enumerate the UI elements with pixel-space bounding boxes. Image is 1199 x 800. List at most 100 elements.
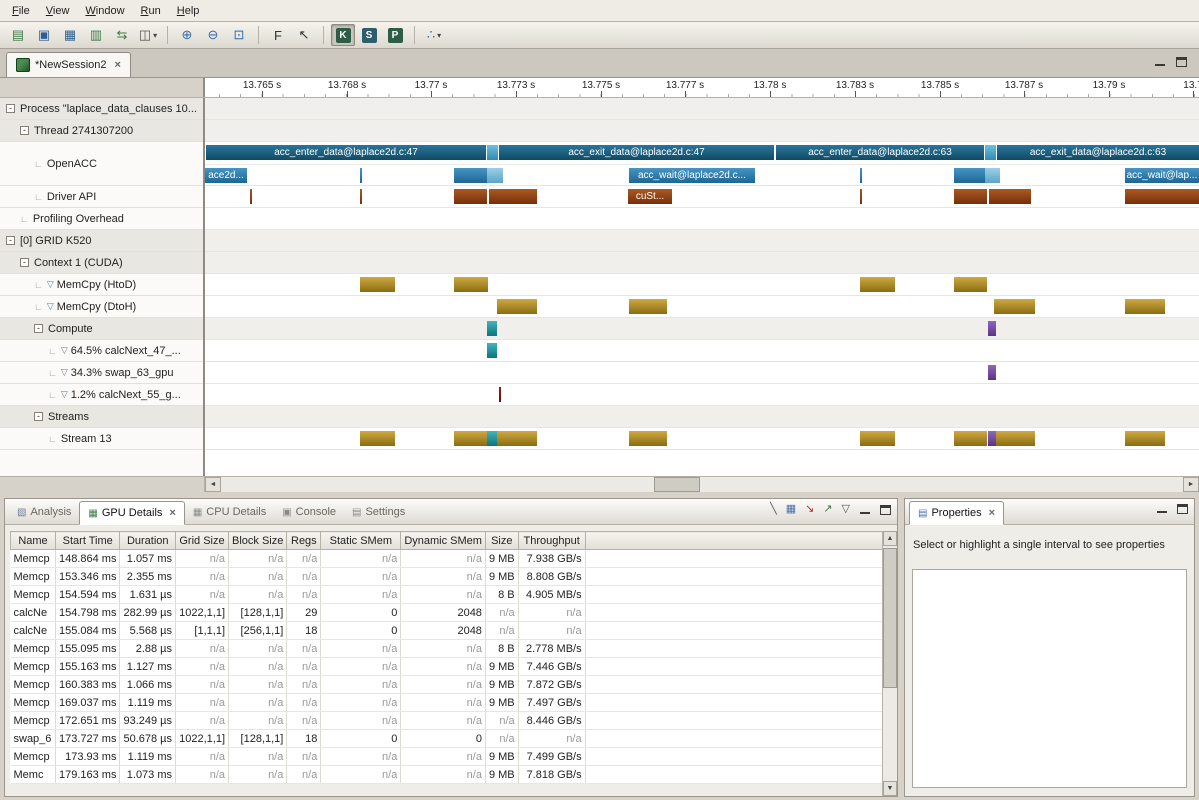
timeline-interval-acc-exit-data-laplace2d-c-47[interactable]: acc_exit_data@laplace2d.c:47 [499,145,774,160]
timeline-interval-acc-wait-laplace2d-c[interactable]: acc_wait@laplace2d.c... [629,168,755,183]
close-properties-icon[interactable]: × [989,507,995,519]
columns-icon[interactable]: ▦ [786,504,796,515]
close-tab-icon[interactable]: × [169,507,175,519]
timeline-interval[interactable] [954,431,987,446]
timeline-interval[interactable] [1125,189,1199,204]
expander-icon[interactable]: - [34,412,43,421]
minimize-properties-icon[interactable] [1156,504,1168,514]
tree-row-memcpy-dtoh[interactable]: ∟▽MemCpy (DtoH) [0,296,203,318]
timeline-lane-34-3-swap-63-gpu[interactable] [205,362,1199,384]
menu-window[interactable]: Window [77,2,132,20]
scroll-left-button[interactable]: ◄ [205,477,221,492]
timeline-lane-compute[interactable] [205,318,1199,340]
timeline-interval[interactable] [988,431,996,446]
tree-row-stream-13[interactable]: ∟Stream 13 [0,428,203,450]
tree-row-driver-api[interactable]: ∟Driver API [0,186,203,208]
menu-view[interactable]: View [38,2,78,20]
properties-tab[interactable]: ▤ Properties × [909,501,1004,525]
focus-timeline-icon[interactable]: ↘ [805,504,814,515]
timeline-interval[interactable] [487,343,497,358]
table-row[interactable]: Memcp148.864 ms1.057 msn/an/an/an/an/a9 … [11,550,897,568]
scroll-up-button[interactable]: ▲ [883,531,897,546]
table-row[interactable]: calcNe155.084 ms5.568 µs[1,1,1][256,1,1]… [11,622,897,640]
expander-icon[interactable]: - [6,104,15,113]
tree-row-thread-2741307200[interactable]: -Thread 2741307200 [0,120,203,142]
timeline-lane-memcpy-dtoh[interactable] [205,296,1199,318]
expander-icon[interactable]: - [34,324,43,333]
save-session-icon[interactable]: ▦ [58,24,82,46]
maximize-properties-icon[interactable] [1177,504,1188,514]
timeline-interval[interactable] [497,431,537,446]
menu-file[interactable]: File [4,2,38,20]
profile-application-icon[interactable]: ▥ [84,24,108,46]
tree-row-process-laplace-data-clauses-10[interactable]: -Process "laplace_data_clauses 10... [0,98,203,120]
table-row[interactable]: Memcp154.594 ms1.631 µsn/an/an/an/an/a8 … [11,586,897,604]
zoom-fit-icon[interactable]: ⊡ [227,24,251,46]
timeline-interval[interactable] [860,277,895,292]
timeline-interval-acc-enter-data-laplace2d-c-47[interactable]: acc_enter_data@laplace2d.c:47 [206,145,486,160]
expander-icon[interactable]: - [20,126,29,135]
select-interval-icon[interactable]: ↖ [292,24,316,46]
tree-row-0-grid-k520[interactable]: -[0] GRID K520 [0,230,203,252]
screenshot-icon[interactable]: ◫▾ [136,24,160,46]
close-tab-icon[interactable]: × [115,59,121,71]
timeline-interval[interactable] [499,387,501,402]
timeline-interval[interactable] [629,299,667,314]
timeline-interval[interactable] [988,365,996,380]
timeline-interval[interactable] [454,431,487,446]
vscroll-track[interactable] [883,546,897,781]
zoom-in-icon[interactable]: ⊕ [175,24,199,46]
timeline-lane-64-5-calcnext-47[interactable] [205,340,1199,362]
tab-settings[interactable]: ▤Settings [344,500,413,524]
hscroll-thumb[interactable] [654,477,700,492]
zoom-out-icon[interactable]: ⊖ [201,24,225,46]
scroll-down-button[interactable]: ▼ [883,781,897,796]
table-row[interactable]: Memcp169.037 ms1.119 msn/an/an/an/an/a9 … [11,694,897,712]
timeline-interval[interactable] [954,168,985,183]
timeline-interval-cust[interactable]: cuSt... [628,189,672,204]
timeline-interval[interactable] [860,168,862,183]
stream-timeline-toggle-icon[interactable]: S [357,24,381,46]
timeline-interval[interactable] [360,189,362,204]
timeline-interval-acc-exit-data-laplace2d-c-63[interactable]: acc_exit_data@laplace2d.c:63 [997,145,1199,160]
table-row[interactable]: swap_6173.727 ms50.678 µs1022,1,1][128,1… [11,730,897,748]
timeline-lane-1-2-calcnext-55-g[interactable] [205,384,1199,406]
timeline-interval[interactable] [360,431,395,446]
timeline-interval-ace2d[interactable]: ace2d... [205,168,247,183]
table-row[interactable]: Memcp155.095 ms2.88 µsn/an/an/an/an/a8 B… [11,640,897,658]
timeline-interval[interactable] [1125,431,1165,446]
timeline-interval-acc-enter-data-laplace2d-c-63[interactable]: acc_enter_data@laplace2d.c:63 [776,145,984,160]
timeline-interval[interactable] [989,189,1031,204]
timeline-lane-context-1-cuda[interactable] [205,252,1199,274]
maximize-details-icon[interactable] [880,505,891,515]
timeline-interval[interactable] [487,168,503,183]
tree-row-memcpy-htod[interactable]: ∟▽MemCpy (HtoD) [0,274,203,296]
menu-run[interactable]: Run [133,2,169,20]
maximize-editor-icon[interactable] [1176,57,1187,67]
analysis-menu-icon[interactable]: ∴▾ [422,24,446,46]
menu-help[interactable]: Help [169,2,208,20]
timeline-interval[interactable] [487,145,498,160]
timeline-interval[interactable] [487,321,497,336]
table-row[interactable]: Memcp160.383 ms1.066 msn/an/an/an/an/a9 … [11,676,897,694]
timeline-interval[interactable] [954,277,987,292]
timeline-interval[interactable] [360,277,395,292]
timeline-lane-thread-2741307200[interactable] [205,120,1199,142]
view-menu-icon[interactable]: ▽ [842,504,850,515]
timeline-interval[interactable] [629,431,667,446]
tab-cpu-details[interactable]: ▦CPU Details [185,500,274,524]
timeline-lane-streams[interactable] [205,406,1199,428]
session-tab[interactable]: *NewSession2 × [6,52,131,77]
export-details-icon[interactable]: ↗ [823,504,832,515]
timeline-interval[interactable] [985,168,1000,183]
goto-marker-icon[interactable]: F [266,24,290,46]
timeline-interval[interactable] [454,277,488,292]
timeline-interval-acc-wait-lap[interactable]: acc_wait@lap... [1125,168,1199,183]
open-session-icon[interactable]: ▣ [32,24,56,46]
timeline-interval[interactable] [985,145,996,160]
timeline-interval[interactable] [860,189,862,204]
tab-analysis[interactable]: ▧Analysis [9,500,79,524]
tree-row-1-2-calcnext-55-g[interactable]: ∟▽1.2% calcNext_55_g... [0,384,203,406]
tree-row-64-5-calcnext-47[interactable]: ∟▽64.5% calcNext_47_... [0,340,203,362]
timeline-interval[interactable] [988,321,996,336]
